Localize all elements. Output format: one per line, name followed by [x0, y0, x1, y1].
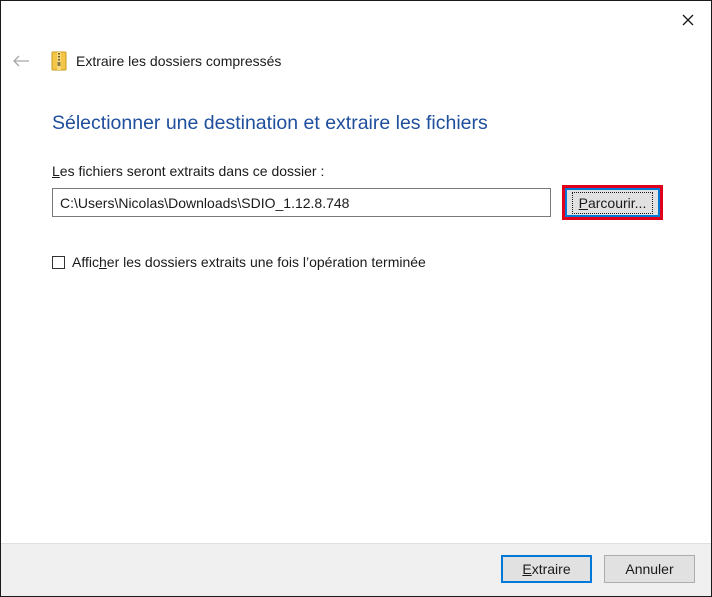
destination-label-text: es fichiers seront extraits dans ce doss…	[59, 163, 325, 179]
extract-button-text: xtraire	[531, 561, 571, 577]
extract-dialog-window: Extraire les dossiers compressés Sélecti…	[0, 0, 712, 597]
dialog-footer: Extraire Annuler	[1, 543, 711, 596]
page-heading: Sélectionner une destination et extraire…	[52, 112, 488, 134]
extract-button[interactable]: Extraire	[501, 555, 592, 583]
show-folders-checkbox[interactable]	[52, 255, 65, 269]
show-folders-label-start: Affic	[72, 254, 99, 270]
destination-path-input[interactable]	[52, 188, 551, 217]
close-button[interactable]	[665, 1, 711, 39]
close-icon	[682, 14, 694, 26]
dialog-title: Extraire les dossiers compressés	[76, 53, 282, 69]
destination-label: Les fichiers seront extraits dans ce dos…	[52, 163, 324, 179]
zip-folder-icon	[51, 51, 67, 71]
dialog-title-row: Extraire les dossiers compressés	[51, 49, 281, 73]
show-folders-option[interactable]: Afficher les dossiers extraits une fois …	[52, 253, 426, 271]
back-arrow-icon	[13, 55, 29, 67]
browse-button-accel: P	[578, 194, 588, 211]
show-folders-label[interactable]: Afficher les dossiers extraits une fois …	[72, 254, 426, 270]
cancel-button[interactable]: Annuler	[604, 555, 695, 583]
back-button[interactable]	[9, 49, 33, 73]
browse-button[interactable]: Parcourir...	[565, 188, 660, 217]
show-folders-label-end: er les dossiers extraits une fois l’opér…	[106, 254, 426, 270]
extract-button-accel: E	[522, 561, 532, 577]
destination-label-accel: L	[52, 163, 60, 179]
show-folders-label-accel: h	[98, 254, 107, 270]
browse-button-text: arcourir...	[587, 194, 647, 211]
browse-button-label: Parcourir...	[571, 191, 654, 214]
